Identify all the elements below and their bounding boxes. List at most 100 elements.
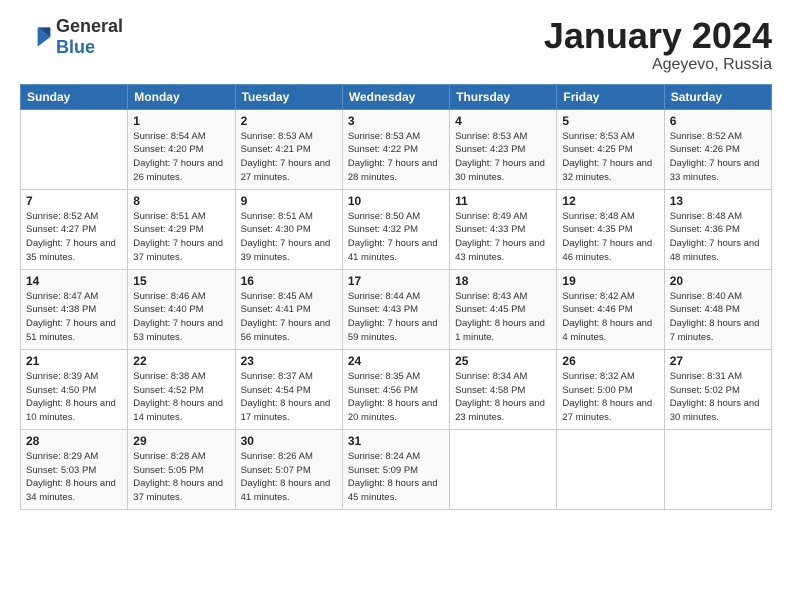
calendar-cell: 23 Sunrise: 8:37 AMSunset: 4:54 PMDaylig… (235, 349, 342, 429)
day-info: Sunrise: 8:53 AMSunset: 4:22 PMDaylight:… (348, 130, 444, 185)
day-info: Sunrise: 8:45 AMSunset: 4:41 PMDaylight:… (241, 290, 337, 345)
calendar-week-row: 21 Sunrise: 8:39 AMSunset: 4:50 PMDaylig… (21, 349, 772, 429)
day-number: 17 (348, 274, 444, 288)
day-info: Sunrise: 8:52 AMSunset: 4:27 PMDaylight:… (26, 210, 122, 265)
day-number: 2 (241, 114, 337, 128)
day-info: Sunrise: 8:52 AMSunset: 4:26 PMDaylight:… (670, 130, 766, 185)
calendar-cell: 14 Sunrise: 8:47 AMSunset: 4:38 PMDaylig… (21, 269, 128, 349)
logo-blue: Blue (56, 37, 95, 57)
day-info: Sunrise: 8:37 AMSunset: 4:54 PMDaylight:… (241, 370, 337, 425)
calendar-cell: 19 Sunrise: 8:42 AMSunset: 4:46 PMDaylig… (557, 269, 664, 349)
calendar-cell: 6 Sunrise: 8:52 AMSunset: 4:26 PMDayligh… (664, 109, 771, 189)
calendar-cell: 22 Sunrise: 8:38 AMSunset: 4:52 PMDaylig… (128, 349, 235, 429)
calendar-header-row: Sunday Monday Tuesday Wednesday Thursday… (21, 84, 772, 109)
day-number: 23 (241, 354, 337, 368)
day-info: Sunrise: 8:24 AMSunset: 5:09 PMDaylight:… (348, 450, 444, 505)
header-thursday: Thursday (450, 84, 557, 109)
page-header: General Blue January 2024 Ageyevo, Russi… (20, 16, 772, 74)
day-info: Sunrise: 8:51 AMSunset: 4:30 PMDaylight:… (241, 210, 337, 265)
logo: General Blue (20, 16, 123, 58)
calendar-cell: 27 Sunrise: 8:31 AMSunset: 5:02 PMDaylig… (664, 349, 771, 429)
calendar-cell: 8 Sunrise: 8:51 AMSunset: 4:29 PMDayligh… (128, 189, 235, 269)
day-number: 3 (348, 114, 444, 128)
day-number: 22 (133, 354, 229, 368)
day-info: Sunrise: 8:26 AMSunset: 5:07 PMDaylight:… (241, 450, 337, 505)
calendar-cell: 26 Sunrise: 8:32 AMSunset: 5:00 PMDaylig… (557, 349, 664, 429)
calendar-cell: 29 Sunrise: 8:28 AMSunset: 5:05 PMDaylig… (128, 429, 235, 509)
day-number: 24 (348, 354, 444, 368)
day-number: 29 (133, 434, 229, 448)
calendar-cell: 1 Sunrise: 8:54 AMSunset: 4:20 PMDayligh… (128, 109, 235, 189)
calendar-table: Sunday Monday Tuesday Wednesday Thursday… (20, 84, 772, 510)
calendar-cell (21, 109, 128, 189)
calendar-week-row: 28 Sunrise: 8:29 AMSunset: 5:03 PMDaylig… (21, 429, 772, 509)
day-number: 5 (562, 114, 658, 128)
day-info: Sunrise: 8:35 AMSunset: 4:56 PMDaylight:… (348, 370, 444, 425)
day-info: Sunrise: 8:31 AMSunset: 5:02 PMDaylight:… (670, 370, 766, 425)
calendar-week-row: 14 Sunrise: 8:47 AMSunset: 4:38 PMDaylig… (21, 269, 772, 349)
day-number: 7 (26, 194, 122, 208)
day-number: 27 (670, 354, 766, 368)
calendar-cell: 2 Sunrise: 8:53 AMSunset: 4:21 PMDayligh… (235, 109, 342, 189)
calendar-cell: 5 Sunrise: 8:53 AMSunset: 4:25 PMDayligh… (557, 109, 664, 189)
calendar-cell: 18 Sunrise: 8:43 AMSunset: 4:45 PMDaylig… (450, 269, 557, 349)
day-info: Sunrise: 8:49 AMSunset: 4:33 PMDaylight:… (455, 210, 551, 265)
day-info: Sunrise: 8:40 AMSunset: 4:48 PMDaylight:… (670, 290, 766, 345)
calendar-cell: 25 Sunrise: 8:34 AMSunset: 4:58 PMDaylig… (450, 349, 557, 429)
calendar-cell (664, 429, 771, 509)
calendar-cell: 28 Sunrise: 8:29 AMSunset: 5:03 PMDaylig… (21, 429, 128, 509)
calendar-cell: 24 Sunrise: 8:35 AMSunset: 4:56 PMDaylig… (342, 349, 449, 429)
day-info: Sunrise: 8:39 AMSunset: 4:50 PMDaylight:… (26, 370, 122, 425)
day-number: 12 (562, 194, 658, 208)
day-number: 13 (670, 194, 766, 208)
day-info: Sunrise: 8:51 AMSunset: 4:29 PMDaylight:… (133, 210, 229, 265)
day-number: 31 (348, 434, 444, 448)
day-number: 4 (455, 114, 551, 128)
calendar-cell (450, 429, 557, 509)
calendar-cell: 30 Sunrise: 8:26 AMSunset: 5:07 PMDaylig… (235, 429, 342, 509)
day-number: 20 (670, 274, 766, 288)
title-block: January 2024 Ageyevo, Russia (544, 16, 772, 74)
day-info: Sunrise: 8:44 AMSunset: 4:43 PMDaylight:… (348, 290, 444, 345)
calendar-subtitle: Ageyevo, Russia (544, 56, 772, 74)
day-number: 8 (133, 194, 229, 208)
calendar-cell: 3 Sunrise: 8:53 AMSunset: 4:22 PMDayligh… (342, 109, 449, 189)
calendar-cell: 11 Sunrise: 8:49 AMSunset: 4:33 PMDaylig… (450, 189, 557, 269)
calendar-cell: 16 Sunrise: 8:45 AMSunset: 4:41 PMDaylig… (235, 269, 342, 349)
day-info: Sunrise: 8:48 AMSunset: 4:35 PMDaylight:… (562, 210, 658, 265)
header-friday: Friday (557, 84, 664, 109)
day-number: 14 (26, 274, 122, 288)
day-number: 21 (26, 354, 122, 368)
day-info: Sunrise: 8:46 AMSunset: 4:40 PMDaylight:… (133, 290, 229, 345)
day-number: 9 (241, 194, 337, 208)
calendar-cell: 13 Sunrise: 8:48 AMSunset: 4:36 PMDaylig… (664, 189, 771, 269)
day-number: 28 (26, 434, 122, 448)
header-tuesday: Tuesday (235, 84, 342, 109)
day-info: Sunrise: 8:28 AMSunset: 5:05 PMDaylight:… (133, 450, 229, 505)
day-info: Sunrise: 8:43 AMSunset: 4:45 PMDaylight:… (455, 290, 551, 345)
day-number: 1 (133, 114, 229, 128)
header-wednesday: Wednesday (342, 84, 449, 109)
calendar-cell (557, 429, 664, 509)
day-info: Sunrise: 8:54 AMSunset: 4:20 PMDaylight:… (133, 130, 229, 185)
day-info: Sunrise: 8:47 AMSunset: 4:38 PMDaylight:… (26, 290, 122, 345)
header-monday: Monday (128, 84, 235, 109)
day-info: Sunrise: 8:29 AMSunset: 5:03 PMDaylight:… (26, 450, 122, 505)
day-number: 19 (562, 274, 658, 288)
calendar-cell: 21 Sunrise: 8:39 AMSunset: 4:50 PMDaylig… (21, 349, 128, 429)
day-number: 11 (455, 194, 551, 208)
calendar-week-row: 7 Sunrise: 8:52 AMSunset: 4:27 PMDayligh… (21, 189, 772, 269)
calendar-cell: 4 Sunrise: 8:53 AMSunset: 4:23 PMDayligh… (450, 109, 557, 189)
day-number: 25 (455, 354, 551, 368)
calendar-cell: 10 Sunrise: 8:50 AMSunset: 4:32 PMDaylig… (342, 189, 449, 269)
day-info: Sunrise: 8:42 AMSunset: 4:46 PMDaylight:… (562, 290, 658, 345)
day-info: Sunrise: 8:38 AMSunset: 4:52 PMDaylight:… (133, 370, 229, 425)
day-number: 26 (562, 354, 658, 368)
day-number: 30 (241, 434, 337, 448)
header-saturday: Saturday (664, 84, 771, 109)
day-number: 10 (348, 194, 444, 208)
calendar-cell: 15 Sunrise: 8:46 AMSunset: 4:40 PMDaylig… (128, 269, 235, 349)
day-info: Sunrise: 8:34 AMSunset: 4:58 PMDaylight:… (455, 370, 551, 425)
calendar-cell: 20 Sunrise: 8:40 AMSunset: 4:48 PMDaylig… (664, 269, 771, 349)
day-info: Sunrise: 8:32 AMSunset: 5:00 PMDaylight:… (562, 370, 658, 425)
